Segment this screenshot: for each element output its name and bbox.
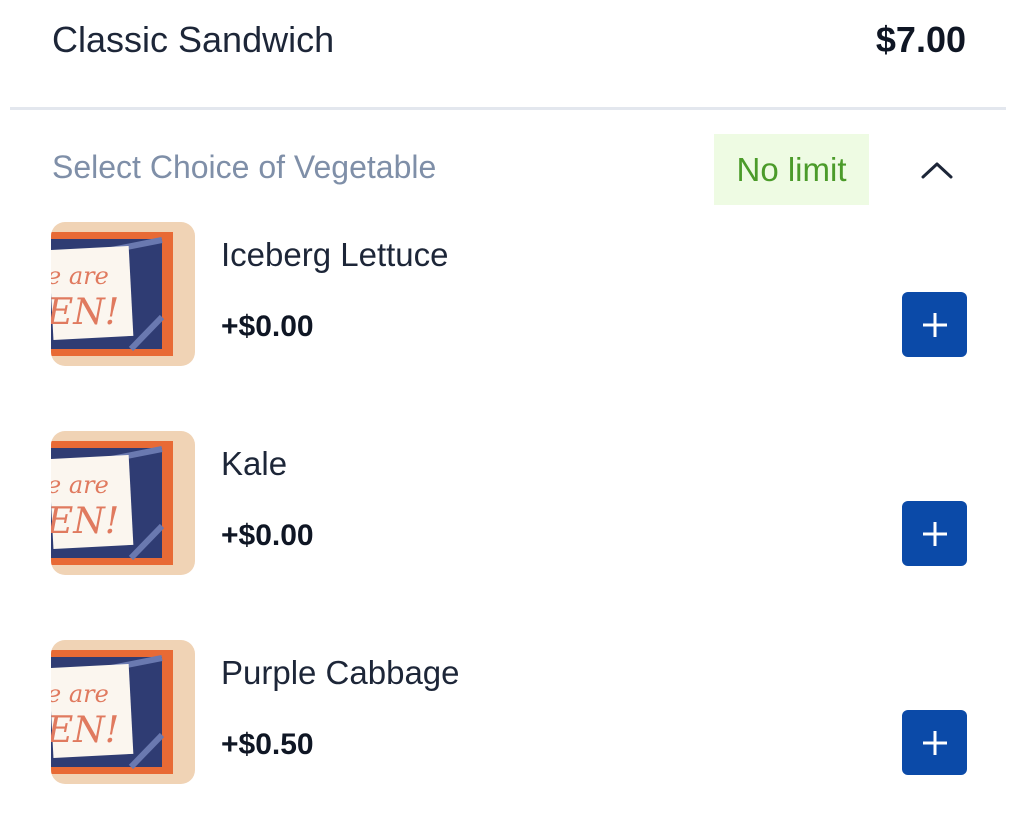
svg-text:e are: e are xyxy=(51,262,109,290)
option-image: e are EN! xyxy=(51,222,195,366)
option-image: e are EN! xyxy=(51,431,195,575)
option-image: e are EN! xyxy=(51,640,195,784)
item-header: Classic Sandwich $7.00 xyxy=(0,0,1018,108)
svg-text:EN!: EN! xyxy=(51,710,119,751)
option-name: Iceberg Lettuce xyxy=(221,236,449,273)
option-purple-cabbage: e are EN! Purple Cabbage +$0.50 xyxy=(0,640,1018,790)
add-option-button[interactable] xyxy=(902,501,967,566)
plus-icon xyxy=(922,521,947,546)
svg-text:e are: e are xyxy=(51,680,109,708)
item-title: Classic Sandwich xyxy=(52,19,335,60)
option-kale: e are EN! Kale +$0.00 xyxy=(0,431,1018,581)
option-price: +$0.00 xyxy=(221,310,314,343)
collapse-section-button[interactable] xyxy=(910,148,964,192)
limit-badge: No limit xyxy=(714,134,869,205)
chevron-up-icon xyxy=(921,162,953,179)
add-option-button[interactable] xyxy=(902,710,967,775)
option-price: +$0.00 xyxy=(221,519,314,552)
option-name: Kale xyxy=(221,445,288,482)
add-option-button[interactable] xyxy=(902,292,967,357)
divider xyxy=(10,107,1006,110)
svg-text:EN!: EN! xyxy=(51,501,119,542)
option-name: Purple Cabbage xyxy=(221,654,460,691)
item-price: $7.00 xyxy=(875,19,966,60)
section-title: Select Choice of Vegetable xyxy=(52,149,437,185)
svg-text:EN!: EN! xyxy=(51,292,119,333)
option-price: +$0.50 xyxy=(221,728,314,761)
plus-icon xyxy=(922,312,947,337)
svg-text:e are: e are xyxy=(51,471,109,499)
plus-icon xyxy=(922,730,947,755)
option-iceberg-lettuce: e are EN! Iceberg Lettuce +$0.00 xyxy=(0,222,1018,372)
